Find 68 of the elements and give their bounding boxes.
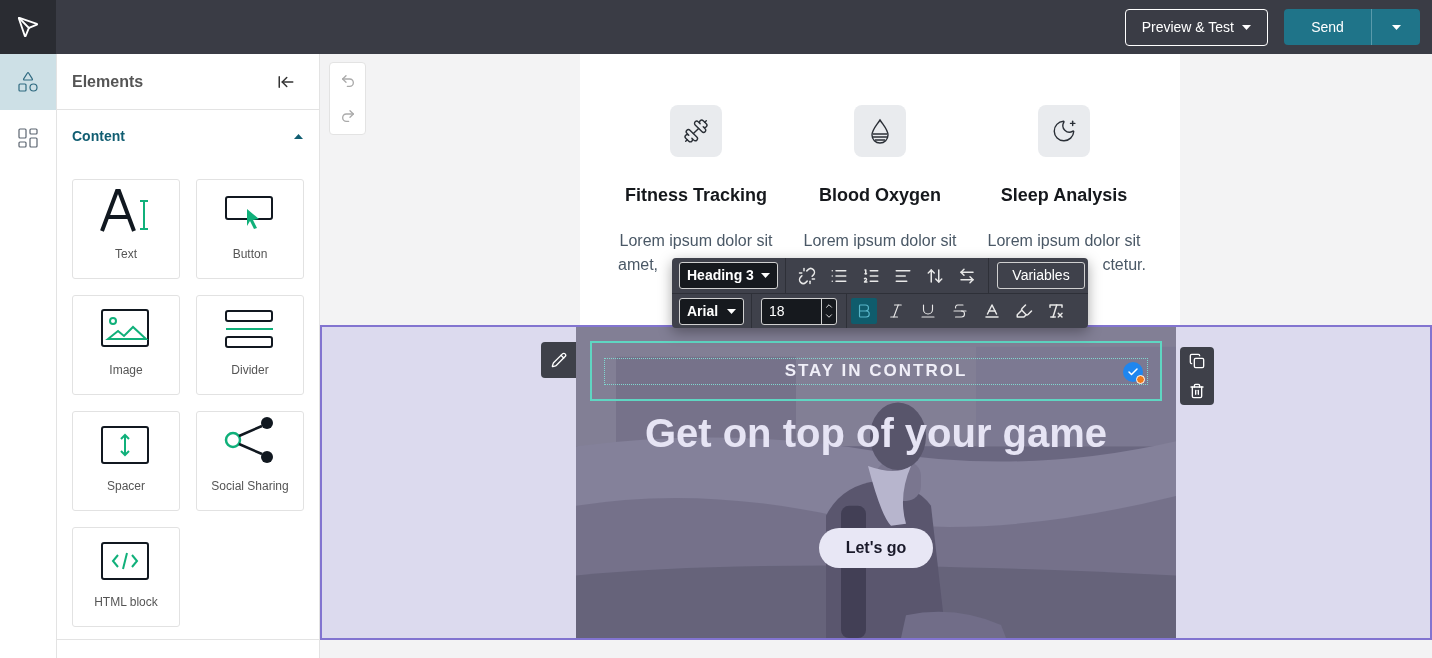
- block-style-select[interactable]: Heading 3: [679, 262, 778, 289]
- section-header[interactable]: Content: [57, 110, 319, 162]
- numbered-list-button[interactable]: [862, 266, 880, 285]
- spacer-icon: [101, 425, 151, 465]
- element-tile[interactable]: HTML block: [72, 527, 180, 627]
- layout-icon: [16, 126, 40, 150]
- shapes-icon: [16, 70, 40, 94]
- logo-button[interactable]: [0, 0, 56, 54]
- element-tile[interactable]: Button: [196, 179, 304, 279]
- code-icon: [101, 541, 151, 581]
- caret-icon: [1242, 24, 1251, 30]
- feature-title: Fitness Tracking: [624, 184, 768, 207]
- feature-text: ctetur.: [1102, 255, 1147, 275]
- italic-icon: [887, 302, 905, 320]
- delete-button[interactable]: [1189, 383, 1205, 399]
- send-button[interactable]: Send: [1284, 9, 1372, 45]
- paper-plane-icon: [17, 16, 39, 38]
- panel-title: Elements: [72, 71, 144, 92]
- feature-text: Lorem ipsum dolor sit: [803, 231, 957, 251]
- share-icon: [224, 415, 276, 465]
- element-tile[interactable]: Image: [72, 295, 180, 395]
- font-size-field[interactable]: 18: [761, 297, 837, 325]
- bold-button[interactable]: [851, 298, 877, 324]
- underline-icon: [919, 302, 937, 320]
- increment-icon: [824, 301, 834, 311]
- unlink-button[interactable]: [798, 266, 816, 285]
- decrement-icon: [824, 311, 834, 321]
- pencil-icon: [550, 352, 567, 368]
- image-icon: [101, 309, 151, 349]
- divider-icon: [225, 309, 275, 349]
- duplicate-button[interactable]: [1189, 353, 1205, 369]
- trash-icon: [1189, 383, 1205, 399]
- letter-spacing-button[interactable]: [958, 266, 976, 285]
- element-tile[interactable]: Text: [72, 179, 180, 279]
- droplet-icon: [868, 118, 892, 144]
- font-select[interactable]: Arial: [679, 297, 744, 325]
- edit-button[interactable]: [541, 342, 576, 378]
- dumbbell-icon: [683, 118, 709, 144]
- letter-spacing-icon: [958, 266, 976, 285]
- line-height-icon: [926, 266, 944, 285]
- preview-button[interactable]: Preview & Test: [1124, 8, 1268, 46]
- variables-button[interactable]: Variables: [997, 262, 1085, 289]
- strikethrough-icon: [951, 302, 969, 320]
- moon-star-icon: [1051, 118, 1077, 144]
- redo-icon: [339, 108, 356, 125]
- numbered-list-icon: [862, 266, 880, 285]
- feature-text: Lorem ipsum dolor sit: [619, 231, 773, 251]
- feature-title: Blood Oxygen: [819, 184, 941, 207]
- clear-format-icon: [1047, 302, 1065, 320]
- caret-icon: [761, 273, 770, 278]
- element-tile[interactable]: Spacer: [72, 411, 180, 511]
- hero-heading: Get on top of your game: [644, 410, 1108, 457]
- cta-button[interactable]: Let's go: [819, 528, 933, 568]
- eyebrow-heading: STAY IN CONTROL: [784, 360, 968, 383]
- line-height-button[interactable]: [926, 266, 944, 285]
- caret-icon: [1391, 24, 1401, 30]
- collapse-caret-icon: [294, 133, 303, 139]
- feature-text: amet,: [617, 255, 658, 275]
- feature-title: Sleep Analysis: [1000, 184, 1128, 207]
- element-tile[interactable]: Divider: [196, 295, 304, 395]
- copy-icon: [1189, 353, 1205, 369]
- unlink-icon: [798, 266, 816, 285]
- text-color-icon: [983, 302, 1001, 320]
- element-tile[interactable]: Social Sharing: [196, 411, 304, 511]
- feature-text: Lorem ipsum dolor sit: [987, 231, 1141, 251]
- undo-icon: [339, 72, 356, 89]
- caret-icon: [727, 308, 736, 314]
- highlighter-icon: [1015, 302, 1033, 320]
